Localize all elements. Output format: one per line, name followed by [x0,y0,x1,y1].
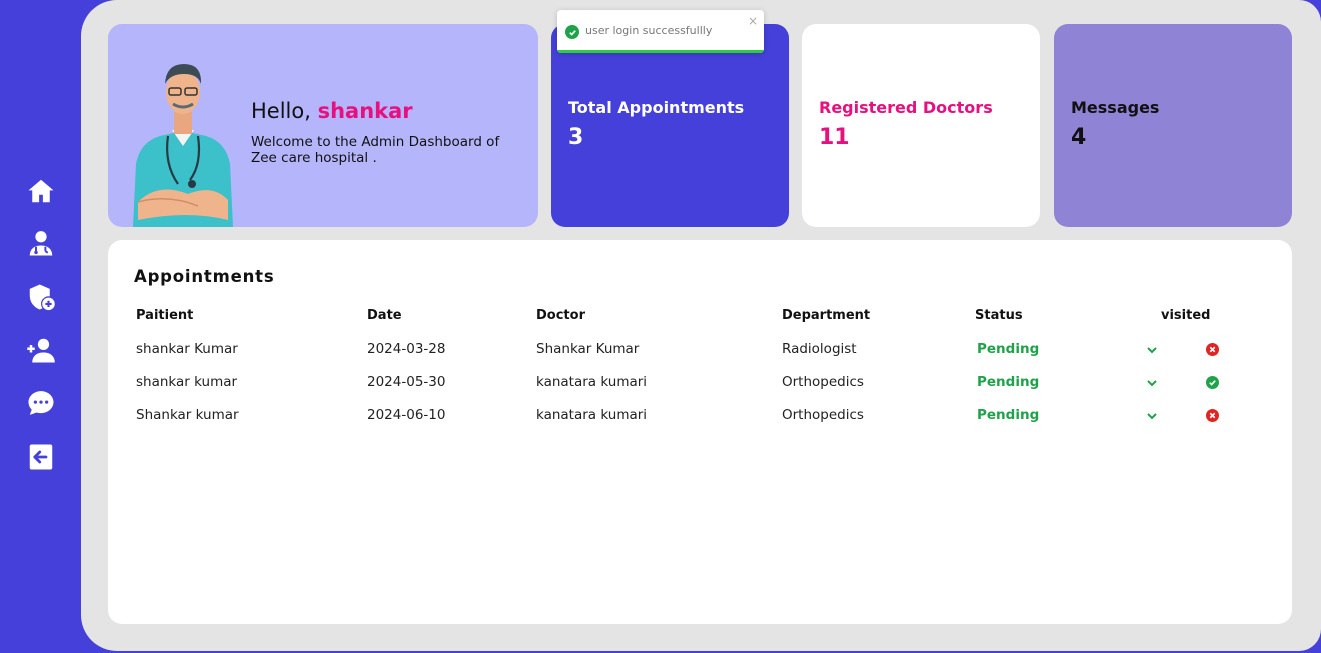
welcome-card: Hello, shankar Welcome to the Admin Dash… [108,24,538,227]
main-content: Hello, shankar Welcome to the Admin Dash… [81,0,1321,651]
doctor-cell: Shankar Kumar [536,341,640,357]
status-select[interactable]: Pending [977,341,1039,357]
column-header-visited: visited [1161,308,1211,323]
chevron-down-icon[interactable] [1145,342,1159,356]
sidebar [0,0,82,653]
not-visited-icon[interactable] [1206,409,1219,422]
column-header-department: Department [782,308,871,323]
chat-bubble-icon[interactable] [24,386,58,420]
close-icon[interactable]: × [748,14,758,28]
greeting-heading: Hello, shankar [251,99,413,123]
user-name: shankar [317,99,413,123]
status-select[interactable]: Pending [977,407,1039,423]
department-cell: Orthopedics [782,374,864,390]
total-appointments-label: Total Appointments [568,98,745,117]
table-row: Shankar kumar 2024-06-10 kanatara kumari… [108,405,1292,429]
department-cell: Orthopedics [782,407,864,423]
login-success-toast: user login successfullly × [557,10,764,53]
doctor-cell: kanatara kumari [536,374,648,390]
appointments-panel: Appointments Paitient Date Doctor Depart… [108,240,1292,624]
appointments-title: Appointments [134,267,275,286]
column-header-date: Date [367,308,402,323]
toast-progress-bar [557,50,764,53]
messages-card: Messages 4 [1054,24,1292,227]
success-check-icon [565,25,579,39]
patient-cell: Shankar kumar [136,407,239,423]
registered-doctors-label: Registered Doctors [819,98,993,117]
date-cell: 2024-06-10 [367,407,446,423]
user-plus-icon[interactable] [24,333,58,367]
column-header-patient: Paitient [136,308,194,323]
date-cell: 2024-03-28 [367,341,446,357]
patient-cell: shankar Kumar [136,341,238,357]
column-header-doctor: Doctor [536,308,585,323]
registered-doctors-value: 11 [819,125,850,150]
logout-icon[interactable] [24,440,58,474]
chevron-down-icon[interactable] [1145,408,1159,422]
status-select[interactable]: Pending [977,374,1039,390]
visited-check-icon[interactable] [1206,376,1219,389]
messages-label: Messages [1071,98,1160,117]
toast-message: user login successfullly [585,24,713,37]
registered-doctors-card: Registered Doctors 11 [802,24,1040,227]
greeting-text: Hello, [251,99,311,123]
total-appointments-card: Total Appointments 3 [551,24,789,227]
messages-value: 4 [1071,125,1087,150]
department-cell: Radiologist [782,341,857,357]
user-doctor-icon[interactable] [24,226,58,260]
doctor-illustration [133,64,233,227]
total-appointments-value: 3 [568,125,584,150]
patient-cell: shankar kumar [136,374,238,390]
not-visited-icon[interactable] [1206,343,1219,356]
table-row: shankar Kumar 2024-03-28 Shankar Kumar R… [108,339,1292,363]
table-row: shankar kumar 2024-05-30 kanatara kumari… [108,372,1292,396]
home-icon[interactable] [24,174,58,208]
date-cell: 2024-05-30 [367,374,446,390]
shield-plus-icon[interactable] [24,280,58,314]
doctor-cell: kanatara kumari [536,407,648,423]
chevron-down-icon[interactable] [1145,375,1159,389]
column-header-status: Status [975,308,1023,323]
welcome-text: Welcome to the Admin Dashboard of Zee ca… [251,134,500,166]
